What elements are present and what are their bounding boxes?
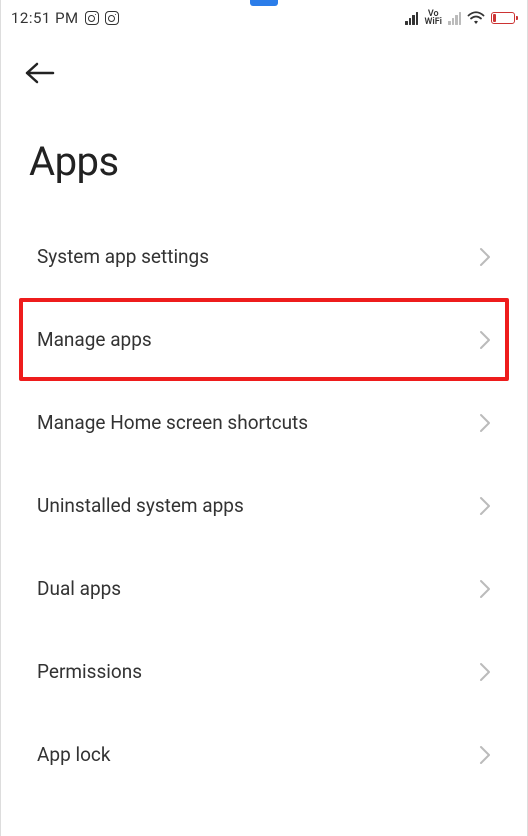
apps-list: System app settings Manage apps Manage H… — [1, 215, 527, 796]
chevron-right-icon — [479, 745, 491, 765]
instagram-icon — [105, 11, 119, 25]
list-item-permissions[interactable]: Permissions — [19, 630, 509, 713]
chevron-right-icon — [479, 413, 491, 433]
vowifi-bottom: WiFi — [424, 18, 442, 26]
signal-bars-icon — [405, 11, 418, 25]
chevron-right-icon — [479, 247, 491, 267]
status-time: 12:51 PM — [11, 9, 79, 27]
chevron-right-icon — [479, 579, 491, 599]
list-item-uninstalled-system-apps[interactable]: Uninstalled system apps — [19, 464, 509, 547]
status-right: Vo WiFi — [405, 10, 515, 26]
chevron-right-icon — [479, 330, 491, 350]
list-item-label: App lock — [37, 743, 110, 766]
instagram-icon — [85, 11, 99, 25]
list-item-manage-home-screen-shortcuts[interactable]: Manage Home screen shortcuts — [19, 381, 509, 464]
arrow-left-icon — [25, 62, 55, 84]
battery-icon — [491, 12, 515, 24]
chevron-right-icon — [479, 662, 491, 682]
list-item-app-lock[interactable]: App lock — [19, 713, 509, 796]
list-item-label: Dual apps — [37, 577, 121, 600]
signal-bars-dim-icon — [448, 11, 461, 25]
wifi-icon — [467, 11, 485, 25]
list-item-label: Manage apps — [37, 328, 152, 351]
list-item-manage-apps[interactable]: Manage apps — [19, 298, 509, 381]
list-item-label: System app settings — [37, 245, 209, 268]
chevron-right-icon — [479, 496, 491, 516]
back-button[interactable] — [25, 60, 55, 90]
list-item-system-app-settings[interactable]: System app settings — [19, 215, 509, 298]
page-title: Apps — [1, 90, 527, 215]
status-left: 12:51 PM — [11, 9, 119, 27]
battery-fill — [493, 14, 496, 22]
top-notch-indicator — [250, 0, 278, 6]
header-row — [1, 32, 527, 90]
list-item-dual-apps[interactable]: Dual apps — [19, 547, 509, 630]
list-item-label: Permissions — [37, 660, 142, 683]
list-item-label: Uninstalled system apps — [37, 494, 244, 517]
list-item-label: Manage Home screen shortcuts — [37, 411, 308, 434]
vowifi-icon: Vo WiFi — [424, 10, 442, 26]
